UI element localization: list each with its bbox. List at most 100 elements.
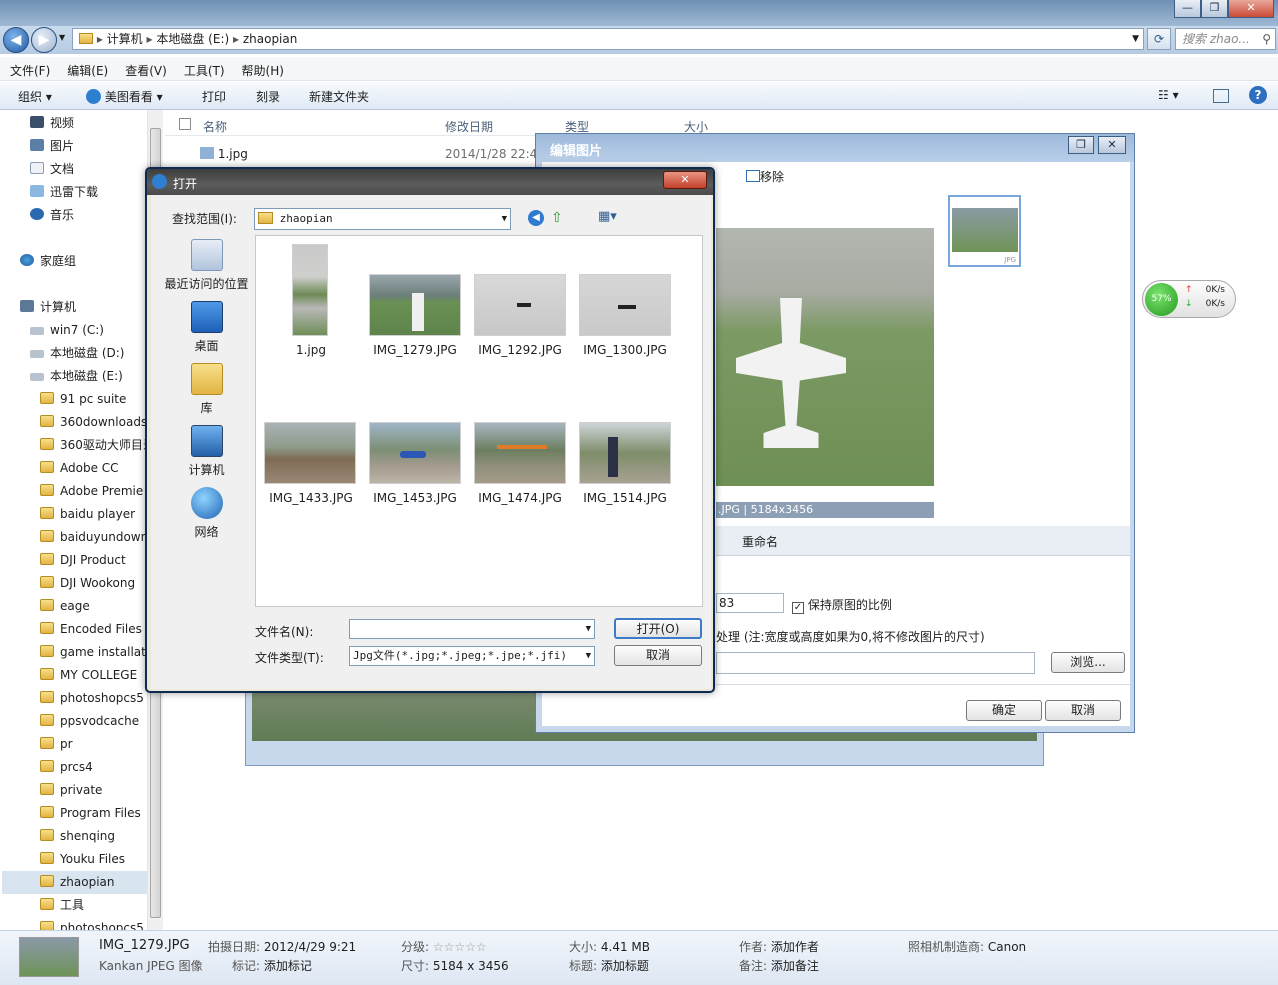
select-all-checkbox[interactable] [179, 118, 191, 130]
address-bar[interactable]: ▸ 计算机 ▸ 本地磁盘 (E:) ▸ zhaopian ▼ [72, 28, 1144, 50]
menu-edit[interactable]: 编辑(E) [57, 57, 115, 79]
minimize-button[interactable]: — [1174, 0, 1201, 18]
menu-view[interactable]: 查看(V) [115, 57, 174, 79]
help-icon[interactable]: ? [1249, 86, 1267, 104]
output-path-input[interactable] [716, 652, 1035, 674]
filename-input[interactable]: ▼ [349, 619, 595, 639]
file-thumbnail-1[interactable] [292, 244, 328, 336]
back-icon[interactable]: ◀ [528, 210, 544, 226]
view-menu-icon[interactable]: ▦▾ [598, 209, 617, 224]
new-folder-icon[interactable] [575, 211, 591, 224]
network-globe-icon [190, 487, 223, 519]
close-button[interactable]: ✕ [1228, 0, 1274, 18]
nav-folder[interactable]: 工具 [40, 894, 188, 917]
width-input[interactable]: 83 [716, 593, 784, 613]
keep-ratio-checkbox[interactable]: ✓ 保持原图的比例 [792, 596, 892, 614]
preview-pane-icon[interactable] [1213, 89, 1229, 103]
command-toolbar: 组织 ▾ 美图看看 ▾ 打印 刻录 新建文件夹 ☷ ▾ ? [0, 82, 1278, 110]
file-label-7[interactable]: IMG_1474.JPG [465, 491, 575, 505]
file-name: 1.jpg [217, 147, 248, 161]
place-network[interactable]: 网络 [159, 487, 254, 540]
nav-folder[interactable]: ppsvodcache [40, 710, 188, 733]
maximize-button[interactable]: ❐ [1201, 0, 1228, 18]
column-name[interactable]: 名称 [203, 118, 227, 135]
nav-folder-label: eage [60, 599, 90, 613]
file-thumbnail-8[interactable] [579, 422, 671, 484]
file-label-5[interactable]: IMG_1433.JPG [256, 491, 366, 505]
forward-button[interactable]: ▶ [31, 27, 57, 53]
folder-icon [40, 829, 54, 841]
file-label-2[interactable]: IMG_1279.JPG [360, 343, 470, 357]
file-thumbnail-6[interactable] [369, 422, 461, 484]
file-thumbnail-7[interactable] [474, 422, 566, 484]
details-title[interactable]: 标题: 添加标题 [569, 957, 649, 974]
edit-maximize-button[interactable]: ❐ [1068, 136, 1094, 154]
breadcrumb-drive-e[interactable]: 本地磁盘 (E:) [156, 32, 229, 46]
remove-icon [746, 170, 760, 182]
open-cancel-button[interactable]: 取消 [614, 645, 702, 666]
folder-icon [40, 438, 54, 450]
nav-folder-selected[interactable]: zhaopian [2, 871, 148, 894]
tab-rename[interactable]: 重命名 [742, 533, 778, 550]
file-label-6[interactable]: IMG_1453.JPG [360, 491, 470, 505]
look-in-combo[interactable]: zhaopian ▼ [254, 208, 511, 230]
address-dropdown-icon[interactable]: ▼ [1132, 29, 1139, 49]
file-row[interactable]: 1.jpg 2014/1/28 22:4 [200, 147, 540, 165]
file-thumbnail-2[interactable] [369, 274, 461, 336]
viewer-button[interactable]: 美图看看 ▾ [86, 88, 163, 105]
column-date[interactable]: 修改日期 [445, 118, 493, 135]
up-folder-icon[interactable]: ⇧ [551, 210, 563, 226]
nav-folder[interactable]: pr [40, 733, 188, 756]
details-comment[interactable]: 备注: 添加备注 [739, 957, 819, 974]
search-input[interactable]: 搜索 zhao... ⚲ [1175, 28, 1276, 50]
menu-file[interactable]: 文件(F) [0, 57, 57, 79]
breadcrumb-computer[interactable]: 计算机 [107, 32, 143, 46]
details-tags[interactable]: 标记: 添加标记 [232, 957, 312, 974]
edit-close-button[interactable]: ✕ [1098, 136, 1126, 154]
details-shot-date: 拍摄日期: 2012/4/29 9:21 [208, 940, 357, 954]
edit-cancel-button[interactable]: 取消 [1045, 700, 1121, 721]
place-recent[interactable]: 最近访问的位置 [159, 239, 254, 292]
details-rating[interactable]: 分级: ☆☆☆☆☆ [401, 938, 487, 955]
folder-icon [40, 668, 54, 680]
new-folder-button[interactable]: 新建文件夹 [309, 88, 369, 105]
file-thumbnail-5[interactable] [264, 422, 356, 484]
menu-help[interactable]: 帮助(H) [232, 57, 291, 79]
file-label-8[interactable]: IMG_1514.JPG [570, 491, 680, 505]
organize-button[interactable]: 组织 ▾ [18, 88, 52, 105]
refresh-button[interactable]: ⟳ [1147, 28, 1171, 50]
filetype-select[interactable]: Jpg文件(*.jpg;*.jpeg;*.jpe;*.jfi) ▼ [349, 646, 595, 666]
viewer-app-icon [86, 89, 101, 104]
upload-speed: ↑ 0K/s [1185, 285, 1225, 295]
history-dropdown-icon[interactable]: ▼ [59, 33, 65, 42]
file-thumbnail-3[interactable] [474, 274, 566, 336]
network-speed-widget[interactable]: 57% ↑ 0K/s ↓ 0K/s [1142, 280, 1236, 318]
details-author[interactable]: 作者: 添加作者 [739, 938, 819, 955]
print-button[interactable]: 打印 [202, 88, 226, 105]
place-computer[interactable]: 计算机 [159, 425, 254, 478]
place-library[interactable]: 库 [159, 363, 254, 416]
file-thumbnail-4[interactable] [579, 274, 671, 336]
file-label-1[interactable]: 1.jpg [256, 343, 366, 357]
ok-button[interactable]: 确定 [966, 700, 1042, 721]
thumbnail-strip-item[interactable]: JPG [948, 195, 1021, 267]
file-label-4[interactable]: IMG_1300.JPG [570, 343, 680, 357]
open-button[interactable]: 打开(O) [614, 618, 702, 639]
nav-folder[interactable]: Youku Files [40, 848, 188, 871]
back-button[interactable]: ◀ [3, 27, 29, 53]
view-options-icon[interactable]: ☷ ▾ [1158, 88, 1179, 102]
nav-folder[interactable]: private [40, 779, 188, 802]
menu-tools[interactable]: 工具(T) [174, 57, 232, 79]
nav-folder[interactable]: prcs4 [40, 756, 188, 779]
nav-folder-label: Adobe CC [60, 461, 119, 475]
nav-folder[interactable]: Program Files [40, 802, 188, 825]
remove-button[interactable]: 移除 [746, 168, 784, 185]
nav-folder-label: Program Files [60, 806, 141, 820]
burn-button[interactable]: 刻录 [256, 88, 280, 105]
file-label-3[interactable]: IMG_1292.JPG [465, 343, 575, 357]
breadcrumb-zhaopian[interactable]: zhaopian [243, 32, 298, 46]
open-close-button[interactable]: ✕ [663, 171, 707, 189]
browse-button[interactable]: 浏览... [1051, 652, 1125, 673]
nav-folder[interactable]: shenqing [40, 825, 188, 848]
place-desktop[interactable]: 桌面 [159, 301, 254, 354]
